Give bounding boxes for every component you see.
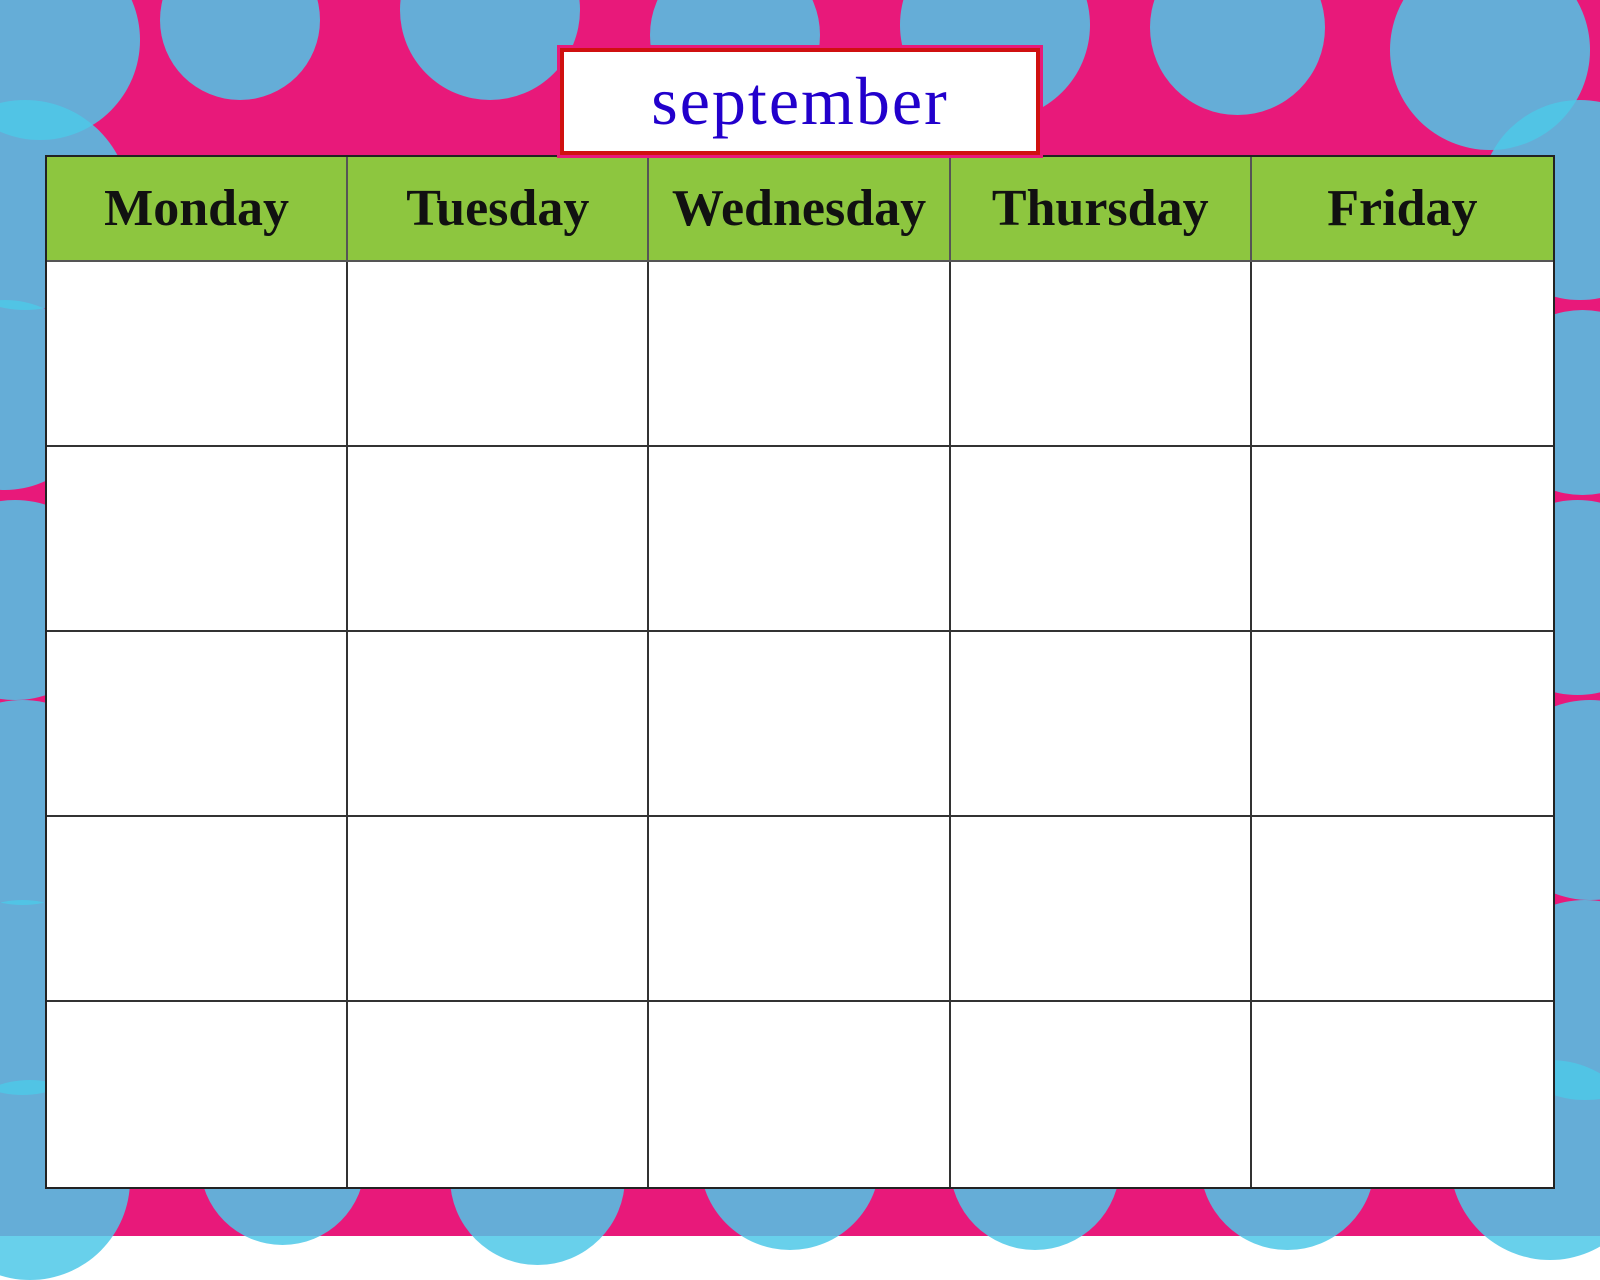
calendar-cell[interactable]: [47, 262, 348, 447]
calendar-cell[interactable]: [649, 1002, 950, 1187]
background: september MondayTuesdayWednesdayThursday…: [0, 0, 1600, 1236]
calendar-cell[interactable]: [47, 447, 348, 632]
calendar-cell[interactable]: [348, 817, 649, 1002]
title-box: september: [560, 48, 1040, 155]
month-title: september: [651, 63, 948, 139]
calendar-cell[interactable]: [47, 1002, 348, 1187]
calendar-cell[interactable]: [649, 447, 950, 632]
calendar-row: [47, 1002, 1553, 1187]
calendar-cell[interactable]: [951, 1002, 1252, 1187]
day-headers: MondayTuesdayWednesdayThursdayFriday: [47, 157, 1553, 262]
calendar-cell[interactable]: [348, 262, 649, 447]
calendar-cell[interactable]: [951, 817, 1252, 1002]
calendar-cell[interactable]: [47, 817, 348, 1002]
calendar-table: MondayTuesdayWednesdayThursdayFriday: [45, 155, 1555, 1189]
calendar-cell[interactable]: [1252, 632, 1553, 817]
calendar-row: [47, 262, 1553, 447]
calendar-row: [47, 447, 1553, 632]
calendar-cell[interactable]: [348, 632, 649, 817]
calendar-cell[interactable]: [951, 447, 1252, 632]
day-header-thursday: Thursday: [951, 157, 1252, 262]
calendar-cell[interactable]: [47, 632, 348, 817]
calendar-cell[interactable]: [649, 262, 950, 447]
day-header-wednesday: Wednesday: [649, 157, 950, 262]
calendar-cell[interactable]: [649, 817, 950, 1002]
calendar-row: [47, 817, 1553, 1002]
calendar-cell[interactable]: [649, 632, 950, 817]
calendar-wrapper: september MondayTuesdayWednesdayThursday…: [45, 48, 1555, 1189]
calendar-cell[interactable]: [1252, 447, 1553, 632]
calendar-cell[interactable]: [1252, 262, 1553, 447]
day-header-monday: Monday: [47, 157, 348, 262]
calendar-cell[interactable]: [1252, 817, 1553, 1002]
calendar-cell[interactable]: [348, 1002, 649, 1187]
calendar-rows: [47, 262, 1553, 1187]
calendar-cell[interactable]: [1252, 1002, 1553, 1187]
calendar-cell[interactable]: [951, 632, 1252, 817]
calendar-row: [47, 632, 1553, 817]
calendar-cell[interactable]: [951, 262, 1252, 447]
calendar-cell[interactable]: [348, 447, 649, 632]
day-header-tuesday: Tuesday: [348, 157, 649, 262]
day-header-friday: Friday: [1252, 157, 1553, 262]
